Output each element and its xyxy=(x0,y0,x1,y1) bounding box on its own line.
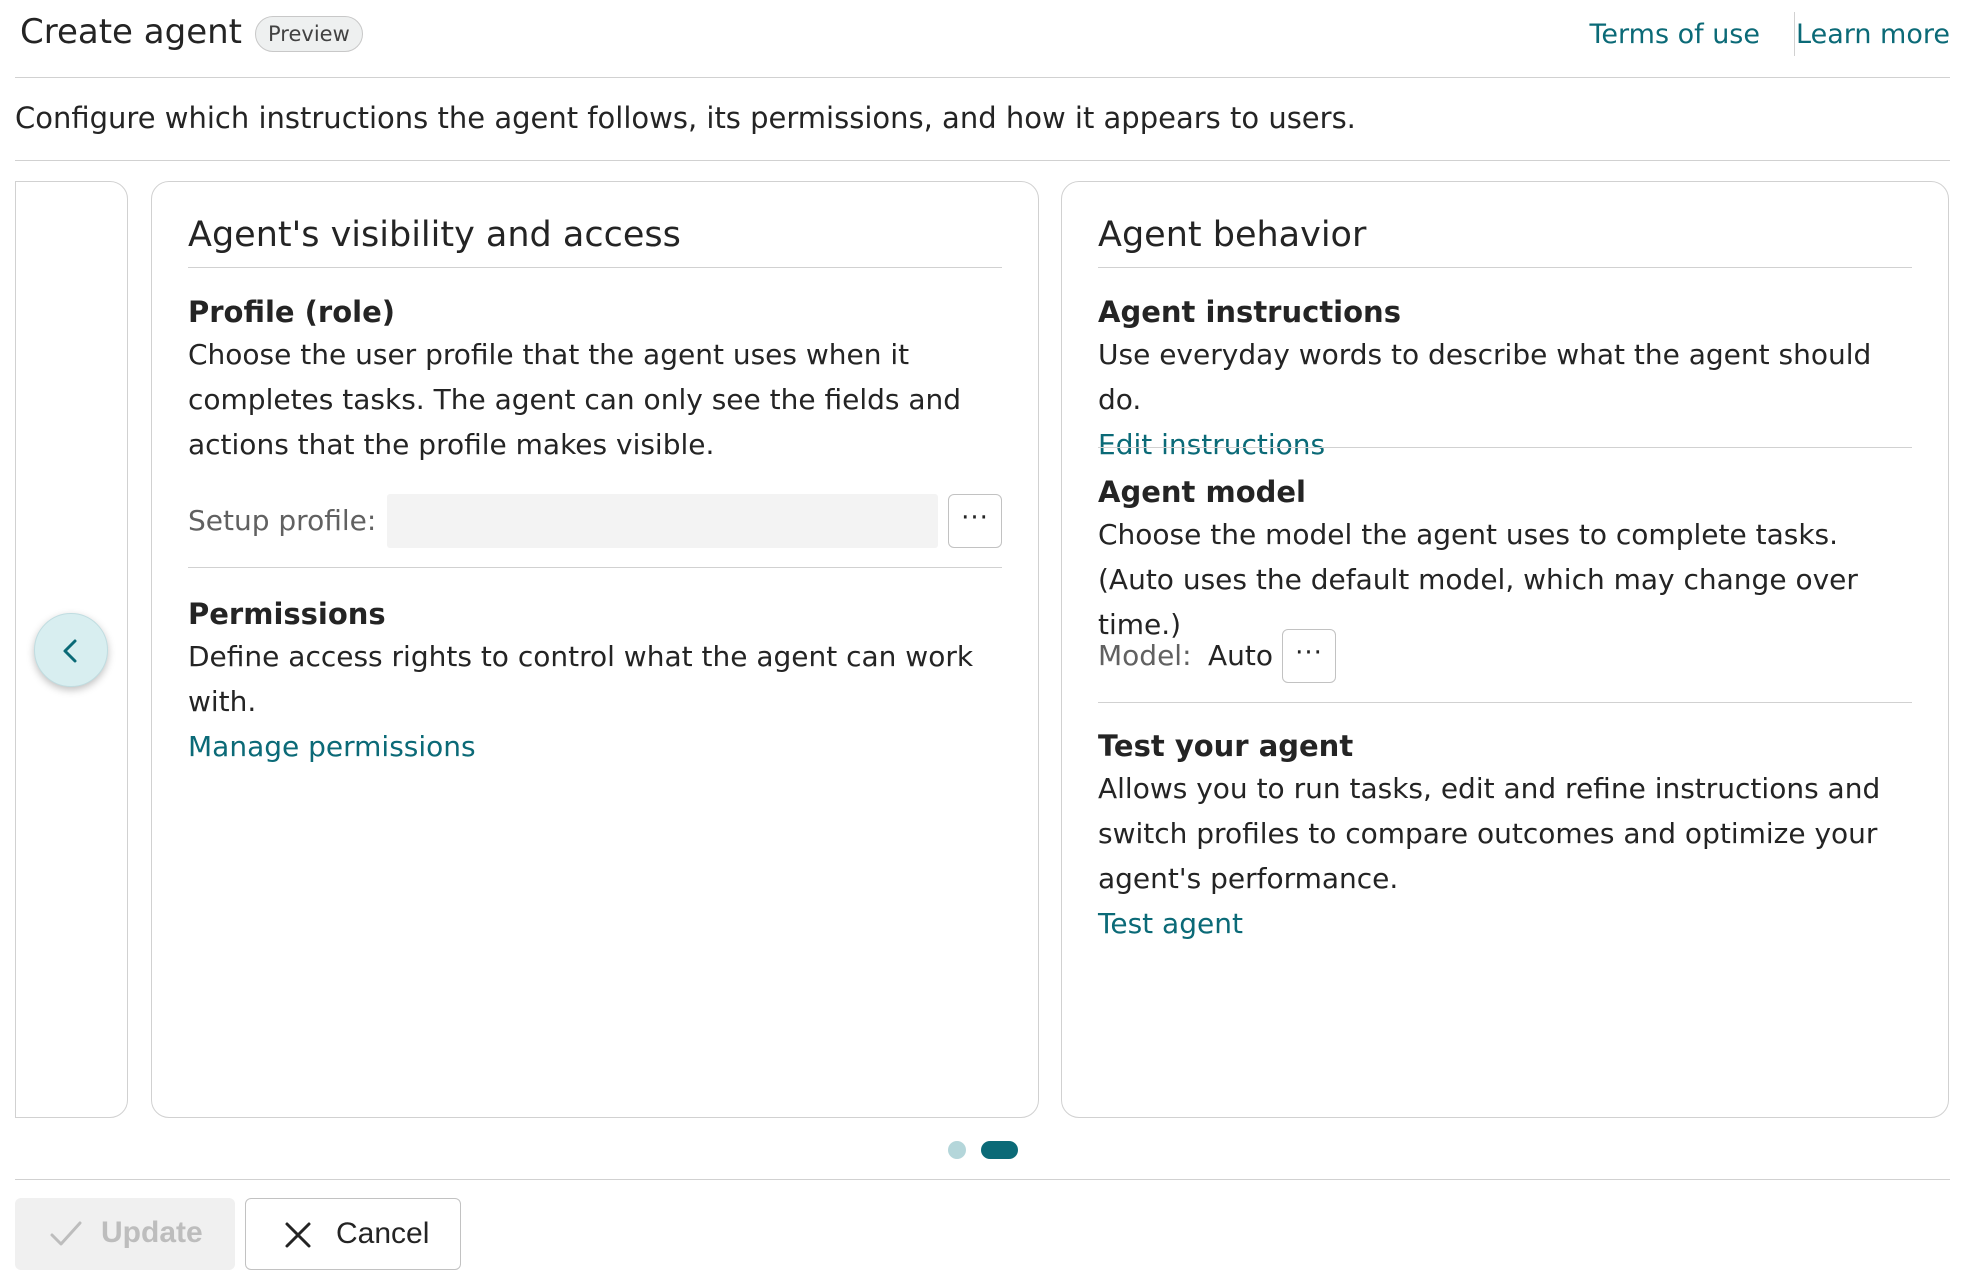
page-title: Create agent xyxy=(20,12,242,52)
profile-section-text: Choose the user profile that the agent u… xyxy=(188,338,962,461)
profile-section-title: Profile (role) xyxy=(188,295,396,329)
manage-permissions-link[interactable]: Manage permissions xyxy=(188,730,476,763)
dismiss-icon xyxy=(285,1222,311,1248)
preview-badge: Preview xyxy=(255,16,363,52)
edit-instructions-link[interactable]: Edit instructions xyxy=(1098,428,1325,461)
setup-profile-input[interactable] xyxy=(387,494,938,548)
model-section-title: Agent model xyxy=(1098,475,1306,509)
chevron-left-icon xyxy=(63,639,77,663)
test-description: Allows you to run tasks, edit and refine… xyxy=(1098,772,1881,895)
test-section-title: Test your agent xyxy=(1098,729,1354,763)
model-divider xyxy=(1098,702,1912,703)
terms-of-use-link[interactable]: Terms of use xyxy=(1590,19,1761,50)
setup-profile-label: Setup profile: xyxy=(188,504,377,537)
previous-card-button[interactable] xyxy=(34,613,108,687)
page-header: Create agent Preview Terms of use Learn … xyxy=(15,0,1950,78)
test-section-text: Allows you to run tasks, edit and refine… xyxy=(1098,766,1912,946)
cancel-button-label: Cancel xyxy=(336,1217,430,1250)
pager-dot-2-active[interactable] xyxy=(981,1141,1018,1159)
model-value: Auto xyxy=(1208,639,1274,672)
checkmark-icon xyxy=(50,1221,82,1246)
profile-divider xyxy=(188,567,1002,568)
learn-more-link[interactable]: Learn more xyxy=(1796,19,1950,50)
pager-dot-1[interactable] xyxy=(948,1141,966,1159)
page-description: Configure which instructions the agent f… xyxy=(15,101,1356,135)
setup-profile-row: Setup profile: ··· xyxy=(188,494,1002,548)
visibility-access-card: Agent's visibility and access Profile (r… xyxy=(151,181,1039,1118)
permissions-section-title: Permissions xyxy=(188,597,386,631)
test-agent-link[interactable]: Test agent xyxy=(1098,907,1243,940)
description-divider xyxy=(15,160,1950,161)
model-section-text: Choose the model the agent uses to compl… xyxy=(1098,518,1858,641)
visibility-card-title: Agent's visibility and access xyxy=(188,215,1002,268)
model-more-button[interactable]: ··· xyxy=(1282,629,1336,683)
agent-behavior-card: Agent behavior Agent instructions Use ev… xyxy=(1061,181,1949,1118)
update-button-label: Update xyxy=(101,1216,203,1249)
permissions-description: Define access rights to control what the… xyxy=(188,640,974,718)
update-button[interactable]: Update xyxy=(15,1198,235,1270)
header-separator xyxy=(1794,12,1795,56)
model-label: Model: xyxy=(1098,639,1192,672)
behavior-card-title: Agent behavior xyxy=(1098,215,1912,268)
instructions-section-title: Agent instructions xyxy=(1098,295,1401,329)
cancel-button[interactable]: Cancel xyxy=(245,1198,461,1270)
footer-divider xyxy=(15,1179,1950,1180)
setup-profile-more-button[interactable]: ··· xyxy=(948,494,1002,548)
instructions-divider xyxy=(1098,447,1912,448)
instructions-description: Use everyday words to describe what the … xyxy=(1098,338,1872,416)
model-row: Model: Auto ··· xyxy=(1098,629,1912,683)
permissions-section-text: Define access rights to control what the… xyxy=(188,634,1002,769)
